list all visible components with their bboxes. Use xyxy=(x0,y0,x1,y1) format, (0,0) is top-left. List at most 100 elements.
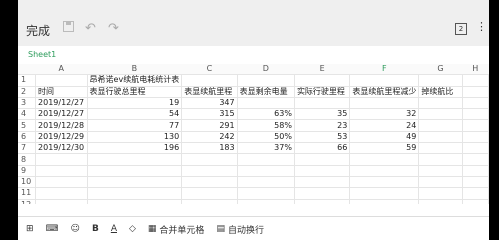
cell-g[interactable] xyxy=(418,131,463,144)
tab-count-badge[interactable]: 2 xyxy=(455,23,467,35)
emoji-icon[interactable]: ☺ xyxy=(71,224,80,234)
column-header-h[interactable]: H xyxy=(462,64,489,76)
wrap-text-button[interactable]: ▤ 自动换行 xyxy=(216,223,264,236)
cell-d[interactable] xyxy=(237,97,295,110)
column-header-c[interactable]: C xyxy=(181,64,238,76)
cell-g[interactable] xyxy=(418,153,463,166)
row-header[interactable]: 10 xyxy=(18,176,37,189)
save-icon[interactable] xyxy=(63,21,74,36)
cell-a[interactable] xyxy=(35,176,88,189)
column-header-a[interactable]: A xyxy=(35,64,88,76)
cell-e[interactable] xyxy=(294,199,351,204)
cell-f[interactable] xyxy=(349,165,420,177)
cell-c[interactable] xyxy=(181,153,238,166)
row-header[interactable]: 12 xyxy=(18,199,37,204)
cell-a[interactable]: 时间 xyxy=(35,86,88,98)
cell-c[interactable]: 315 xyxy=(181,108,238,121)
cell-e[interactable] xyxy=(294,97,351,110)
fill-color-icon[interactable]: ◇ xyxy=(129,224,136,234)
cell-d[interactable] xyxy=(237,187,295,200)
cell-a[interactable]: 2019/12/27 xyxy=(35,108,88,121)
cell-g[interactable] xyxy=(418,142,463,155)
text-color-icon[interactable]: A xyxy=(111,224,117,234)
row-header[interactable]: 3 xyxy=(18,97,37,110)
cell-c[interactable]: 347 xyxy=(181,97,238,110)
row-header[interactable]: 8 xyxy=(18,153,37,166)
row-header[interactable]: 11 xyxy=(18,187,37,200)
cell-h[interactable] xyxy=(462,199,489,204)
cell-c[interactable] xyxy=(181,165,238,177)
done-button[interactable]: 完成 xyxy=(26,22,50,39)
cell-d[interactable]: 63% xyxy=(237,108,295,121)
cell-e[interactable]: 23 xyxy=(294,119,351,132)
cell-b[interactable]: 昂希诺ev续航电耗统计表 xyxy=(87,74,183,87)
column-header-b[interactable]: B xyxy=(87,64,182,76)
cell-a[interactable] xyxy=(35,153,88,166)
cell-d[interactable] xyxy=(237,74,295,87)
cell-f[interactable]: 59 xyxy=(349,142,420,155)
cell-b[interactable]: 77 xyxy=(87,119,183,132)
cell-a[interactable]: 2019/12/30 xyxy=(35,142,88,155)
row-header[interactable]: 4 xyxy=(18,108,37,121)
cell-g[interactable]: 掉续航比 xyxy=(418,86,463,98)
cell-h[interactable] xyxy=(462,74,489,87)
cell-a[interactable] xyxy=(35,165,88,177)
cell-h[interactable] xyxy=(462,131,489,144)
cell-f[interactable]: 32 xyxy=(349,108,420,121)
cell-a[interactable]: 2019/12/28 xyxy=(35,119,88,132)
row-header[interactable]: 2 xyxy=(18,86,37,98)
cell-b[interactable]: 19 xyxy=(87,97,183,110)
row-header[interactable]: 5 xyxy=(18,119,37,132)
cell-c[interactable]: 291 xyxy=(181,119,238,132)
cell-h[interactable] xyxy=(462,119,489,132)
cell-f[interactable]: 24 xyxy=(349,119,420,132)
cell-b[interactable]: 表显行驶总里程 xyxy=(87,86,183,98)
cell-e[interactable] xyxy=(294,74,351,87)
column-header-g[interactable]: G xyxy=(418,64,463,76)
cell-f[interactable]: 表显续航里程减少 xyxy=(349,86,420,98)
cell-c[interactable]: 183 xyxy=(181,142,238,155)
cell-g[interactable] xyxy=(418,165,463,177)
cell-c[interactable] xyxy=(181,74,238,87)
cell-c[interactable] xyxy=(181,187,238,200)
keyboard-icon[interactable]: ⌨ xyxy=(46,224,59,234)
column-header-e[interactable]: E xyxy=(294,64,350,76)
column-header-f[interactable]: F xyxy=(349,64,419,76)
cell-e[interactable]: 53 xyxy=(294,131,351,144)
redo-icon[interactable]: ↷ xyxy=(108,21,119,36)
cell-b[interactable] xyxy=(87,199,183,204)
cell-e[interactable]: 35 xyxy=(294,108,351,121)
cell-d[interactable]: 58% xyxy=(237,119,295,132)
corner-cell[interactable] xyxy=(18,64,36,76)
cell-d[interactable]: 37% xyxy=(237,142,295,155)
cell-a[interactable]: 2019/12/29 xyxy=(35,131,88,144)
cell-b[interactable]: 54 xyxy=(87,108,183,121)
cell-d[interactable] xyxy=(237,153,295,166)
cell-h[interactable] xyxy=(462,165,489,177)
grid-icon[interactable]: ⊞ xyxy=(26,224,34,234)
cell-g[interactable] xyxy=(418,199,463,204)
cell-f[interactable] xyxy=(349,199,420,204)
cell-g[interactable] xyxy=(418,176,463,189)
cell-d[interactable]: 50% xyxy=(237,131,295,144)
cell-f[interactable] xyxy=(349,97,420,110)
cell-h[interactable] xyxy=(462,153,489,166)
row-header[interactable]: 9 xyxy=(18,165,37,177)
cell-a[interactable] xyxy=(35,199,88,204)
cell-d[interactable]: 表显剩余电量 xyxy=(237,86,295,98)
cell-h[interactable] xyxy=(462,187,489,200)
cell-e[interactable] xyxy=(294,176,351,189)
cell-b[interactable]: 196 xyxy=(87,142,183,155)
row-header[interactable]: 6 xyxy=(18,131,37,144)
cell-f[interactable]: 49 xyxy=(349,131,420,144)
cell-g[interactable] xyxy=(418,187,463,200)
cell-f[interactable] xyxy=(349,176,420,189)
cell-d[interactable] xyxy=(237,176,295,189)
cell-c[interactable] xyxy=(181,176,238,189)
cell-e[interactable] xyxy=(294,187,351,200)
cell-g[interactable] xyxy=(418,119,463,132)
cell-e[interactable]: 实际行驶里程 xyxy=(294,86,351,98)
row-header[interactable]: 7 xyxy=(18,142,37,155)
cell-c[interactable] xyxy=(181,199,238,204)
cell-g[interactable] xyxy=(418,108,463,121)
